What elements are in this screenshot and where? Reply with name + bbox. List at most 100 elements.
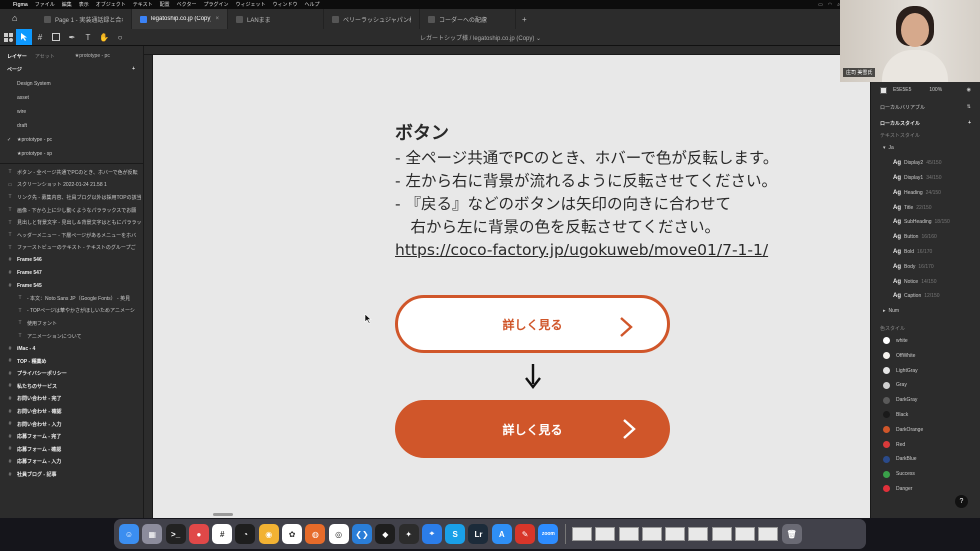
frame-icon[interactable]: # (32, 29, 48, 45)
num-style-group[interactable]: ▸ Num (871, 304, 980, 319)
menu-item[interactable]: 配置 (160, 1, 170, 8)
layer-row[interactable]: T ファーストビューのテキスト - テキストのグループご (0, 242, 143, 255)
finder-icon[interactable]: ☺ (119, 524, 139, 544)
menu-item[interactable]: ベクター (177, 1, 197, 8)
minimized-window-thumbnail[interactable] (571, 527, 592, 541)
canvas[interactable]: ボタン - 全ページ共通でPCのとき、ホバーで色が反転します。 - 左から右に背景… (153, 55, 870, 518)
layer-row[interactable]: # お問い合わせ - 入力 (0, 418, 143, 431)
tab-file[interactable]: コーダーへの配慮 (420, 9, 516, 29)
move-icon[interactable] (16, 29, 32, 45)
note-link[interactable]: https://coco-factory.jp/ugokuweb/move01/… (395, 239, 778, 262)
layer-row[interactable]: # お問い合わせ - 確認 (0, 405, 143, 418)
terminal-icon[interactable]: >_ (165, 524, 186, 544)
background-opacity[interactable]: 100% (929, 87, 942, 93)
background-swatch[interactable] (880, 86, 887, 94)
layer-row[interactable]: # プライバシーポリシー (0, 368, 143, 381)
minimized-window-thumbnail[interactable] (758, 527, 779, 541)
color-style-item[interactable]: white (871, 334, 980, 349)
layer-row[interactable]: T ボタン - 全ページ共通でPCのとき、ホバーで色が反転 (0, 166, 143, 179)
menu-item[interactable]: ヘルプ (305, 1, 320, 8)
text-style-item[interactable]: Ag Caption 12/150 (871, 289, 980, 304)
minimized-window-thumbnail[interactable] (688, 527, 709, 541)
vscode-icon[interactable]: ❮❯ (351, 524, 372, 544)
page-item[interactable]: Design System (0, 77, 143, 91)
tab-file[interactable]: LANまま (228, 9, 324, 29)
layer-row[interactable]: T リンク先 - 募集内容、社員ブログ以外は採用TOPの該当 (0, 191, 143, 204)
comment-icon[interactable]: ○ (112, 29, 128, 45)
slack-icon[interactable]: # (212, 524, 233, 544)
layer-row[interactable]: T 画像 - 下から上に少し動くようなパララックスでお願 (0, 204, 143, 217)
skype-icon[interactable]: S (445, 524, 466, 544)
color-style-item[interactable]: Danger (871, 482, 980, 497)
text-style-group[interactable]: ▾ Ja (871, 141, 980, 156)
minimized-window-thumbnail[interactable] (595, 527, 616, 541)
new-tab-button[interactable]: + (516, 15, 527, 24)
layer-row[interactable]: # 応募フォーム - 確認 (0, 443, 143, 456)
menu-item[interactable]: ファイル (35, 1, 55, 8)
horizontal-scrollbar[interactable] (213, 513, 233, 516)
hand-icon[interactable]: ✋ (96, 29, 112, 45)
photos-icon[interactable]: ✿ (282, 524, 303, 544)
pen-icon[interactable]: ✒ (64, 29, 80, 45)
minimized-window-thumbnail[interactable] (665, 527, 686, 541)
zoom-icon[interactable]: zoom (538, 524, 559, 544)
layer-row[interactable]: # 応募フォーム - 入力 (0, 456, 143, 469)
launchpad-icon[interactable]: ▦ (142, 524, 163, 544)
menu-item[interactable]: ウィジェット (236, 1, 266, 8)
text-style-item[interactable]: Ag Button 16/160 (871, 230, 980, 245)
menu-item[interactable]: ウィンドウ (273, 1, 298, 8)
color-style-item[interactable]: Black (871, 408, 980, 423)
text-icon[interactable]: T (80, 29, 96, 45)
layer-row[interactable]: # 私たちのサービス (0, 380, 143, 393)
file-title[interactable]: レガートシップ様 / legatoship.co.jp (Copy) ⌄ (420, 33, 541, 42)
menu-item[interactable]: 編集 (62, 1, 72, 8)
color-style-item[interactable]: OffWhite (871, 348, 980, 363)
annotation-note[interactable]: ボタン - 全ページ共通でPCのとき、ホバーで色が反転します。 - 左から右に背景… (395, 119, 778, 262)
tab-file[interactable]: Page 1 - 実装通話録と合わせてみてい (36, 9, 132, 29)
eye-icon[interactable]: ◉ (967, 87, 971, 93)
trash-icon[interactable]: 🗑 (781, 524, 802, 544)
wifi-icon[interactable]: ◠ (828, 2, 832, 8)
current-page-label[interactable]: ★prototype - pc (75, 53, 110, 62)
details-button-hover[interactable]: 詳しく見る (395, 400, 670, 458)
layer-row[interactable]: T 見出しと背景文字 - 見出し＆背景文字はともにパララッ (0, 216, 143, 229)
minimized-window-thumbnail[interactable] (711, 527, 732, 541)
github-icon[interactable]: ◆ (375, 524, 396, 544)
text-style-item[interactable]: Ag Bold 16/170 (871, 245, 980, 260)
page-item[interactable]: ✓ ★prototype - pc (0, 133, 143, 147)
layer-row[interactable]: T ヘッダーメニュー - 下層ページがあるメニューをホバ (0, 229, 143, 242)
color-style-item[interactable]: Success (871, 467, 980, 482)
layer-row[interactable]: # iMac - 4 (0, 342, 143, 355)
minimized-window-thumbnail[interactable] (618, 527, 639, 541)
tab-layers[interactable]: レイヤー (7, 53, 27, 62)
local-variables-row[interactable]: ローカルバリアブル ⇅ (871, 98, 980, 116)
layer-row[interactable]: T 使用フォント (0, 317, 143, 330)
firefox-icon[interactable]: ◍ (305, 524, 326, 544)
color-style-item[interactable]: Red (871, 437, 980, 452)
sliders-icon[interactable]: ⇅ (967, 104, 971, 110)
lightroom-icon[interactable]: Lr (468, 524, 489, 544)
color-style-item[interactable]: LightGray (871, 363, 980, 378)
color-style-item[interactable]: DarkOrange (871, 422, 980, 437)
color-style-item[interactable]: DarkGray (871, 393, 980, 408)
close-icon[interactable]: × (215, 16, 219, 22)
signal-icon[interactable]: ◎ (328, 524, 349, 544)
menu-app-name[interactable]: Figma (13, 2, 28, 8)
menu-item[interactable]: テキスト (133, 1, 153, 8)
clock-icon[interactable]: ◔ (235, 524, 256, 544)
page-item[interactable]: wire (0, 105, 143, 119)
acrobat-icon[interactable]: ✎ (515, 524, 536, 544)
battery-icon[interactable]: ▭ (818, 2, 823, 8)
menu-item[interactable]: 表示 (79, 1, 89, 8)
layer-row[interactable]: # Frame 546 (0, 254, 143, 267)
menu-item[interactable]: オブジェクト (96, 1, 126, 8)
maps-icon[interactable]: ⌖ (421, 524, 442, 544)
layer-row[interactable]: # お問い合わせ - 完了 (0, 393, 143, 406)
layer-row[interactable]: T - 本文：Noto Sans JP（Google Fonts） - 英見 (0, 292, 143, 305)
add-page-button[interactable]: + (132, 66, 135, 73)
text-style-item[interactable]: Ag Body 16/170 (871, 259, 980, 274)
help-button[interactable]: ? (955, 495, 968, 508)
text-style-item[interactable]: Ag Display2 45/150 (871, 156, 980, 171)
layer-row[interactable]: # TOP - 種薬め (0, 355, 143, 368)
minimized-window-thumbnail[interactable] (641, 527, 662, 541)
